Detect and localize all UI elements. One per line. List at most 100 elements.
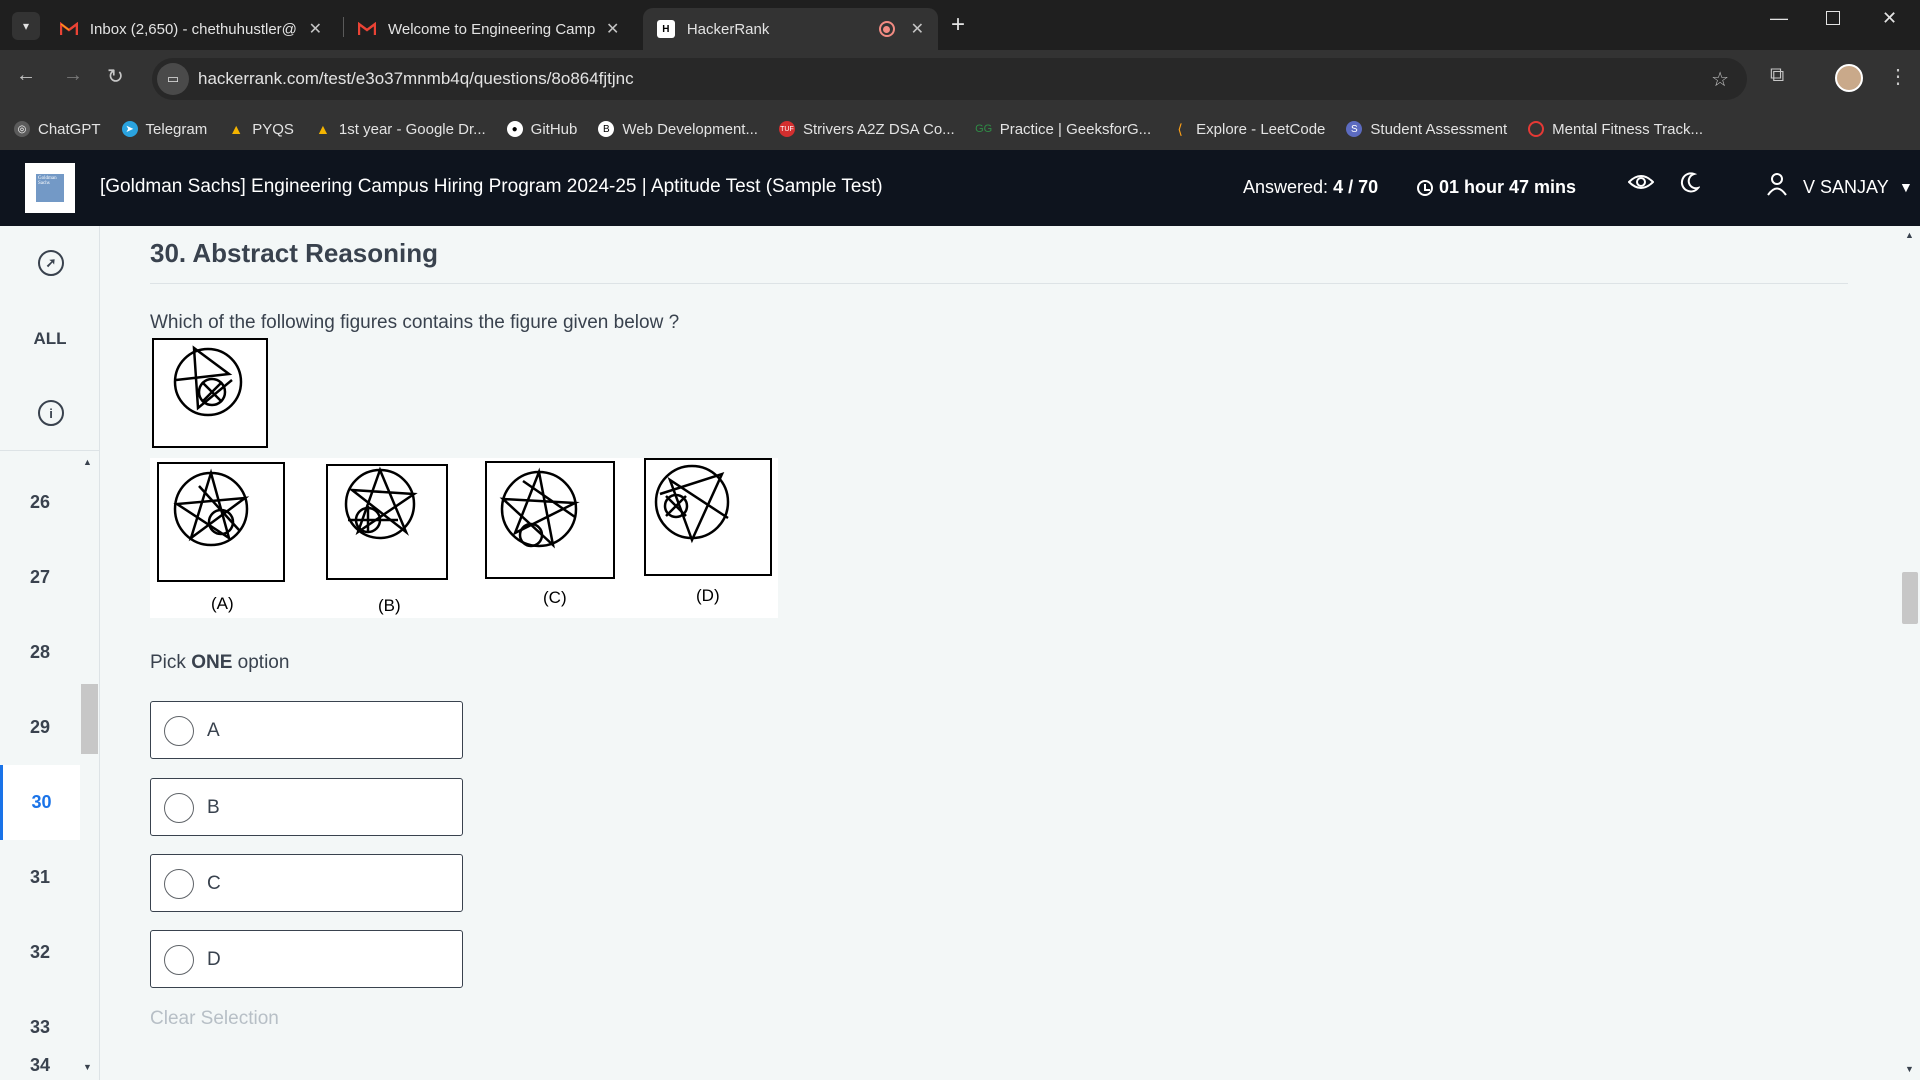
test-header: Goldman Sachs [Goldman Sachs] Engineerin…: [0, 150, 1920, 226]
question-nav-item[interactable]: 32: [0, 915, 80, 990]
menu-icon[interactable]: ⋮: [1888, 64, 1908, 89]
tab-search-icon[interactable]: ▾: [12, 12, 40, 40]
github-icon: ●: [506, 121, 523, 137]
close-icon[interactable]: ✕: [911, 19, 924, 39]
extensions-icon[interactable]: ⧉: [1770, 64, 1784, 87]
answer-figures: (A) (B) (C) (D): [150, 458, 778, 618]
compass-icon[interactable]: ➚: [38, 250, 64, 276]
close-icon[interactable]: ✕: [309, 19, 322, 39]
tab-welcome[interactable]: Welcome to Engineering Camp ✕: [344, 8, 639, 50]
recording-icon: [878, 21, 895, 37]
info-icon[interactable]: i: [38, 400, 64, 426]
user-icon[interactable]: [1766, 172, 1788, 202]
bookmark-github[interactable]: ● GitHub: [506, 121, 577, 138]
bookmark-label: 1st year - Google Dr...: [338, 120, 486, 138]
tab-title: HackerRank: [686, 20, 770, 38]
sidebar-all[interactable]: ALL: [0, 329, 100, 349]
browser-toolbar: ← → ↻ ▭ hackerrank.com/test/e3o37mnmb4q/…: [0, 50, 1920, 108]
username[interactable]: V SANJAY: [1803, 177, 1889, 198]
bookmark-label: ChatGPT: [38, 120, 101, 138]
radio-button[interactable]: [164, 716, 194, 746]
question-panel: 30. Abstract Reasoning Which of the foll…: [100, 226, 1900, 1080]
figure-b: [326, 464, 448, 580]
clock-icon: [1417, 179, 1433, 196]
reload-icon[interactable]: ↻: [107, 64, 124, 89]
tab-hackerrank[interactable]: H HackerRank ✕: [643, 8, 938, 50]
bookmark-drive[interactable]: ▲ 1st year - Google Dr...: [315, 121, 486, 138]
hackerrank-icon: H: [657, 20, 675, 38]
gfg-icon: GG: [975, 123, 993, 135]
question-nav-item[interactable]: 27: [0, 540, 80, 615]
tab-title: Welcome to Engineering Camp: [388, 20, 596, 38]
tab-inbox[interactable]: Inbox (2,650) - chethuhustler@ ✕: [46, 8, 336, 50]
scroll-up-icon[interactable]: ▲: [1905, 230, 1914, 240]
bookmark-strivers[interactable]: TUF Strivers A2Z DSA Co...: [778, 121, 955, 138]
figure-label-d: (D): [696, 586, 720, 605]
back-icon[interactable]: ←: [16, 64, 36, 87]
bookmark-telegram[interactable]: ➤ Telegram: [121, 121, 207, 138]
page-scrollbar-thumb[interactable]: [1902, 572, 1918, 624]
eye-icon[interactable]: [1627, 172, 1655, 198]
forward-icon[interactable]: →: [63, 64, 83, 87]
scroll-up-icon[interactable]: ▲: [83, 457, 92, 467]
timer: 01 hour 47 mins: [1417, 177, 1576, 198]
figure-c: [485, 461, 615, 579]
tab-title: Inbox (2,650) - chethuhustler@: [89, 20, 297, 38]
bookmark-leetcode[interactable]: ⟨ Explore - LeetCode: [1172, 121, 1325, 138]
figure-d: [644, 458, 772, 576]
figure-label-c: (C): [543, 588, 567, 607]
page-scrollbar[interactable]: ▲ ▼: [1900, 226, 1920, 1080]
clear-selection-link[interactable]: Clear Selection: [150, 1008, 279, 1030]
question-text: Which of the following figures contains …: [150, 312, 680, 333]
question-nav-item-active[interactable]: 30: [0, 765, 80, 840]
bookmark-star-icon[interactable]: ☆: [1711, 67, 1729, 92]
bookmark-mental-fitness[interactable]: Mental Fitness Track...: [1528, 121, 1703, 138]
bookmark-pyqs[interactable]: ▲ PYQS: [228, 121, 294, 138]
question-nav-item[interactable]: 33: [0, 990, 80, 1065]
bookmark-gfg[interactable]: GG Practice | GeeksforG...: [975, 121, 1151, 138]
radio-button[interactable]: [164, 945, 194, 975]
scroll-down-icon[interactable]: ▼: [83, 1062, 92, 1072]
option-d[interactable]: D: [150, 930, 463, 988]
close-icon[interactable]: ✕: [606, 19, 619, 39]
profile-avatar[interactable]: [1835, 64, 1863, 92]
scroll-down-icon[interactable]: ▼: [1905, 1064, 1914, 1074]
sidebar-top: ➚ ALL i: [0, 226, 100, 451]
new-tab-icon[interactable]: +: [951, 11, 965, 39]
question-nav-item[interactable]: 26: [0, 465, 80, 540]
drive-icon: ▲: [229, 121, 244, 137]
bookmark-label: Student Assessment: [1370, 120, 1508, 138]
drive-icon: ▲: [315, 121, 330, 137]
option-b[interactable]: B: [150, 778, 463, 836]
figure-label-b: (B): [378, 596, 401, 615]
gmail-icon: [60, 22, 78, 35]
divider: [150, 283, 1848, 284]
question-nav-item[interactable]: 29: [0, 690, 80, 765]
address-bar[interactable]: ▭ hackerrank.com/test/e3o37mnmb4q/questi…: [152, 58, 1747, 100]
radio-button[interactable]: [164, 793, 194, 823]
option-label: B: [207, 797, 220, 818]
question-nav-item[interactable]: 34: [0, 1055, 80, 1080]
restore-icon[interactable]: [1826, 11, 1840, 25]
answered-count: Answered: 4 / 70: [1243, 177, 1378, 198]
bookmark-student-assessment[interactable]: S Student Assessment: [1346, 121, 1507, 138]
given-figure: [152, 338, 268, 448]
question-nav-item[interactable]: 31: [0, 840, 80, 915]
chevron-down-icon[interactable]: ▼: [1899, 179, 1913, 195]
minimize-icon[interactable]: —: [1770, 8, 1788, 29]
option-label: A: [207, 720, 220, 741]
close-window-icon[interactable]: ✕: [1882, 8, 1897, 29]
moon-icon[interactable]: [1680, 172, 1701, 200]
question-title: 30. Abstract Reasoning: [150, 238, 439, 268]
option-a[interactable]: A: [150, 701, 463, 759]
option-c[interactable]: C: [150, 854, 463, 912]
leetcode-icon: ⟨: [1177, 120, 1183, 137]
sidebar-scrollbar-thumb[interactable]: [81, 684, 98, 754]
bookmark-icon: B: [598, 121, 615, 137]
question-nav-item[interactable]: 28: [0, 615, 80, 690]
radio-button[interactable]: [164, 869, 194, 899]
bookmark-webdev[interactable]: B Web Development...: [598, 121, 758, 138]
bookmark-chatgpt[interactable]: ◎ ChatGPT: [14, 121, 101, 138]
site-info-icon[interactable]: ▭: [157, 63, 189, 95]
pick-prefix: Pick: [150, 652, 192, 673]
